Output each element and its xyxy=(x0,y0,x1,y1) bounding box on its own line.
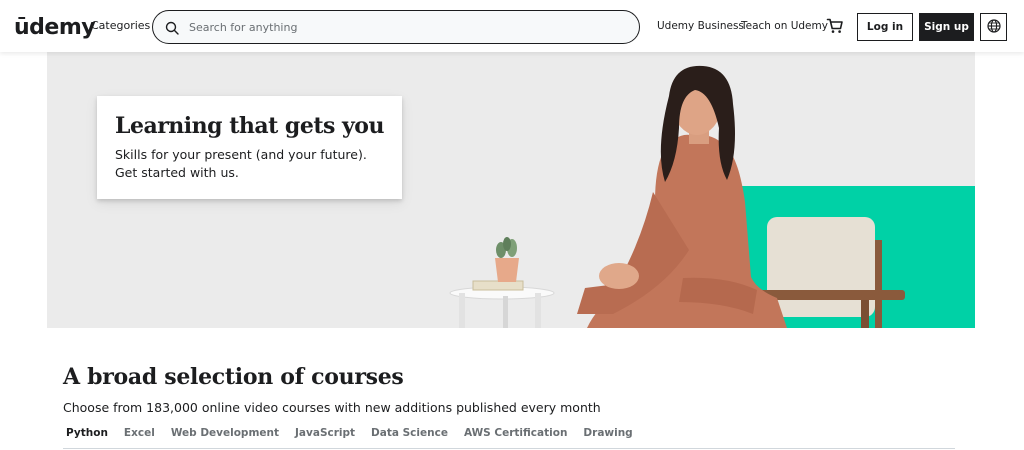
udemy-business-link[interactable]: Udemy Business xyxy=(657,20,744,32)
tabs-divider xyxy=(63,448,955,449)
udemy-logo[interactable]: ūdemy xyxy=(14,11,96,41)
tab-python[interactable]: Python xyxy=(66,427,108,439)
search-bar[interactable] xyxy=(152,10,640,44)
hero-subtitle: Skills for your present (and your future… xyxy=(115,147,367,180)
language-button[interactable] xyxy=(980,13,1007,41)
courses-section-subtitle: Choose from 183,000 online video courses… xyxy=(63,400,601,415)
tab-aws-certification[interactable]: AWS Certification xyxy=(464,427,567,439)
tab-data-science[interactable]: Data Science xyxy=(371,427,448,439)
tab-web-development[interactable]: Web Development xyxy=(171,427,279,439)
search-icon[interactable] xyxy=(165,20,179,39)
login-button[interactable]: Log in xyxy=(857,13,913,41)
courses-section-title: A broad selection of courses xyxy=(63,364,404,390)
search-input[interactable] xyxy=(189,12,629,42)
tab-javascript[interactable]: JavaScript xyxy=(295,427,355,439)
cart-icon[interactable] xyxy=(826,17,844,39)
logo-wordmark: ūdemy xyxy=(14,15,96,40)
top-nav-bar: ūdemy Categories Udemy Business Teach on… xyxy=(0,0,1024,52)
hero-title: Learning that gets you xyxy=(115,113,384,139)
tab-drawing[interactable]: Drawing xyxy=(583,427,632,439)
signup-button[interactable]: Sign up xyxy=(919,13,974,41)
course-category-tabs: Python Excel Web Development JavaScript … xyxy=(66,427,649,439)
categories-menu[interactable]: Categories xyxy=(91,19,150,32)
teach-on-udemy-link[interactable]: Teach on Udemy xyxy=(741,20,828,32)
hero-banner: Learning that gets you Skills for your p… xyxy=(47,52,975,328)
hero-card: Learning that gets you Skills for your p… xyxy=(97,96,402,199)
globe-icon xyxy=(986,18,1001,37)
hero-illustration xyxy=(449,65,905,328)
tab-excel[interactable]: Excel xyxy=(124,427,155,439)
